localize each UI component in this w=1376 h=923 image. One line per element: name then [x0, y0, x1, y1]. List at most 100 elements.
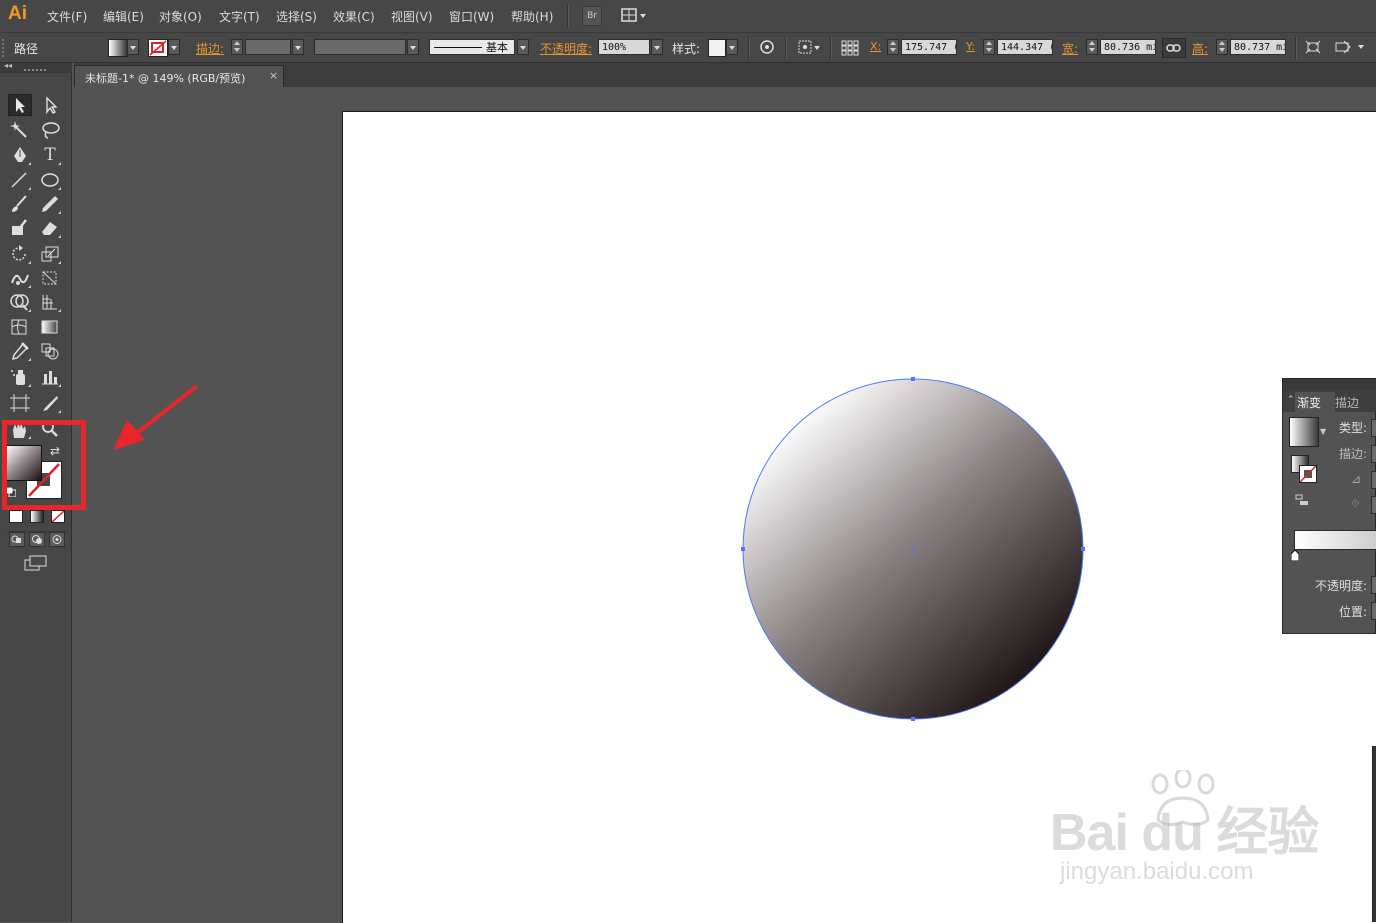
artboard-tool[interactable]: [8, 392, 32, 414]
warp-tool[interactable]: [8, 267, 32, 289]
width-stepper[interactable]: [1086, 39, 1098, 55]
style-dropdown[interactable]: [726, 39, 738, 55]
width-field[interactable]: 80.736 mi: [1100, 39, 1156, 55]
transform-icon[interactable]: [1305, 40, 1321, 54]
column-graph-tool[interactable]: [38, 366, 62, 388]
menu-help[interactable]: 帮助(H): [511, 8, 553, 25]
stroke-weight-dropdown[interactable]: [292, 39, 304, 55]
menu-effect[interactable]: 效果(C): [333, 8, 375, 25]
y-stepper[interactable]: [983, 39, 995, 55]
control-bar-grip[interactable]: [2, 39, 8, 57]
menu-window[interactable]: 窗口(W): [449, 8, 494, 25]
tab-stroke[interactable]: 描边: [1335, 394, 1359, 411]
pencil-tool[interactable]: [38, 193, 62, 215]
menu-file[interactable]: 文件(F): [47, 8, 87, 25]
recolor-artwork-icon[interactable]: [759, 40, 775, 54]
y-label[interactable]: Y:: [966, 40, 975, 53]
x-field[interactable]: 175.747 (: [901, 39, 957, 55]
gradient-preview-swatch[interactable]: [1289, 417, 1319, 447]
menu-view[interactable]: 视图(V): [391, 8, 433, 25]
opacity-field[interactable]: 100%: [598, 39, 650, 55]
rotate-tool[interactable]: [8, 243, 32, 265]
reverse-gradient-button[interactable]: [1295, 493, 1311, 507]
opacity-dropdown[interactable]: [651, 39, 663, 55]
blob-brush-tool[interactable]: [8, 217, 32, 239]
menu-select[interactable]: 选择(S): [276, 8, 317, 25]
gradient-opacity-field[interactable]: [1371, 576, 1376, 594]
type-tool[interactable]: T: [38, 144, 62, 166]
paintbrush-tool[interactable]: [8, 193, 32, 215]
selection-tool[interactable]: [8, 94, 32, 116]
x-stepper[interactable]: [887, 39, 899, 55]
bridge-button[interactable]: Br: [582, 6, 602, 26]
width-label[interactable]: 宽:: [1062, 40, 1078, 57]
scale-tool[interactable]: [38, 243, 62, 265]
stroke-swatch[interactable]: [148, 39, 168, 57]
stroke-dropdown[interactable]: [168, 39, 180, 55]
y-field[interactable]: 144.347 (: [997, 39, 1053, 55]
shape-builder-tool[interactable]: [8, 291, 32, 313]
draw-normal-button[interactable]: [9, 532, 25, 547]
symbol-sprayer-tool[interactable]: [8, 366, 32, 388]
document-tab[interactable]: 未标题-1* @ 149% (RGB/预览) ×: [74, 65, 284, 87]
collapse-icon[interactable]: ◂◂: [4, 61, 12, 70]
free-transform-tool[interactable]: [38, 267, 62, 289]
direct-selection-tool[interactable]: [38, 94, 62, 116]
fill-swatch[interactable]: [108, 39, 128, 57]
screen-mode-button[interactable]: [24, 555, 48, 571]
gradient-mode-button[interactable]: [30, 510, 44, 523]
menu-type[interactable]: 文字(T): [219, 8, 260, 25]
variable-width-dropdown[interactable]: [407, 39, 419, 55]
gradient-location-field[interactable]: [1371, 602, 1376, 620]
stroke-weight-stepper[interactable]: [231, 39, 243, 55]
lasso-tool[interactable]: [38, 119, 62, 141]
height-label[interactable]: 高:: [1192, 40, 1208, 57]
fill-dropdown[interactable]: [127, 39, 139, 55]
blend-tool[interactable]: [38, 340, 62, 362]
chevron-down-icon[interactable]: ▼: [1320, 427, 1326, 436]
gradient-aspect-field[interactable]: [1371, 496, 1376, 514]
magic-wand-tool[interactable]: [8, 119, 32, 141]
none-mode-button[interactable]: [51, 510, 65, 523]
gradient-stop[interactable]: [1290, 549, 1300, 562]
panel-grip[interactable]: [24, 69, 46, 71]
slice-tool[interactable]: [38, 392, 62, 414]
gradient-tool[interactable]: [38, 316, 62, 338]
gradient-slider[interactable]: [1294, 530, 1376, 550]
color-mode-button[interactable]: [9, 510, 23, 523]
close-icon[interactable]: ×: [269, 69, 278, 82]
brush-definition-field[interactable]: 基本: [429, 39, 515, 55]
brush-definition-dropdown[interactable]: [517, 39, 529, 55]
constrain-proportions-button[interactable]: [1162, 38, 1186, 58]
tools-panel-header[interactable]: ◂◂: [0, 61, 72, 73]
workspace-switcher-button[interactable]: [621, 6, 649, 24]
height-field[interactable]: 80.737 mi: [1230, 39, 1286, 55]
tab-gradient[interactable]: 渐变: [1295, 392, 1335, 412]
gradient-stroke-proxy[interactable]: [1299, 465, 1317, 483]
reference-point-icon[interactable]: [841, 40, 859, 56]
line-segment-tool[interactable]: [8, 169, 32, 191]
height-stepper[interactable]: [1216, 39, 1228, 55]
stroke-weight-label[interactable]: 描边:: [196, 40, 224, 57]
isolate-object-icon[interactable]: [797, 40, 823, 54]
pen-tool[interactable]: [8, 144, 32, 166]
draw-behind-button[interactable]: [29, 532, 45, 547]
draw-inside-button[interactable]: [49, 532, 65, 547]
mesh-tool[interactable]: [8, 316, 32, 338]
stroke-weight-field[interactable]: [245, 39, 291, 55]
menu-object[interactable]: 对象(O): [159, 8, 202, 25]
panel-options-icon[interactable]: ⌃: [1287, 395, 1295, 405]
panel-menu-icon[interactable]: [1334, 40, 1368, 54]
variable-width-field[interactable]: [314, 39, 406, 55]
ellipse-tool[interactable]: [38, 169, 62, 191]
eyedropper-tool[interactable]: [8, 340, 32, 362]
menu-edit[interactable]: 编辑(E): [103, 8, 144, 25]
eraser-tool[interactable]: [38, 217, 62, 239]
gradient-stroke-field[interactable]: [1371, 445, 1376, 463]
gradient-angle-field[interactable]: [1371, 471, 1376, 489]
gradient-circle-object[interactable]: [736, 374, 1090, 726]
style-swatch[interactable]: [708, 39, 726, 57]
opacity-label[interactable]: 不透明度:: [540, 40, 592, 57]
gradient-type-field[interactable]: [1371, 419, 1376, 437]
x-label[interactable]: X:: [870, 40, 881, 53]
